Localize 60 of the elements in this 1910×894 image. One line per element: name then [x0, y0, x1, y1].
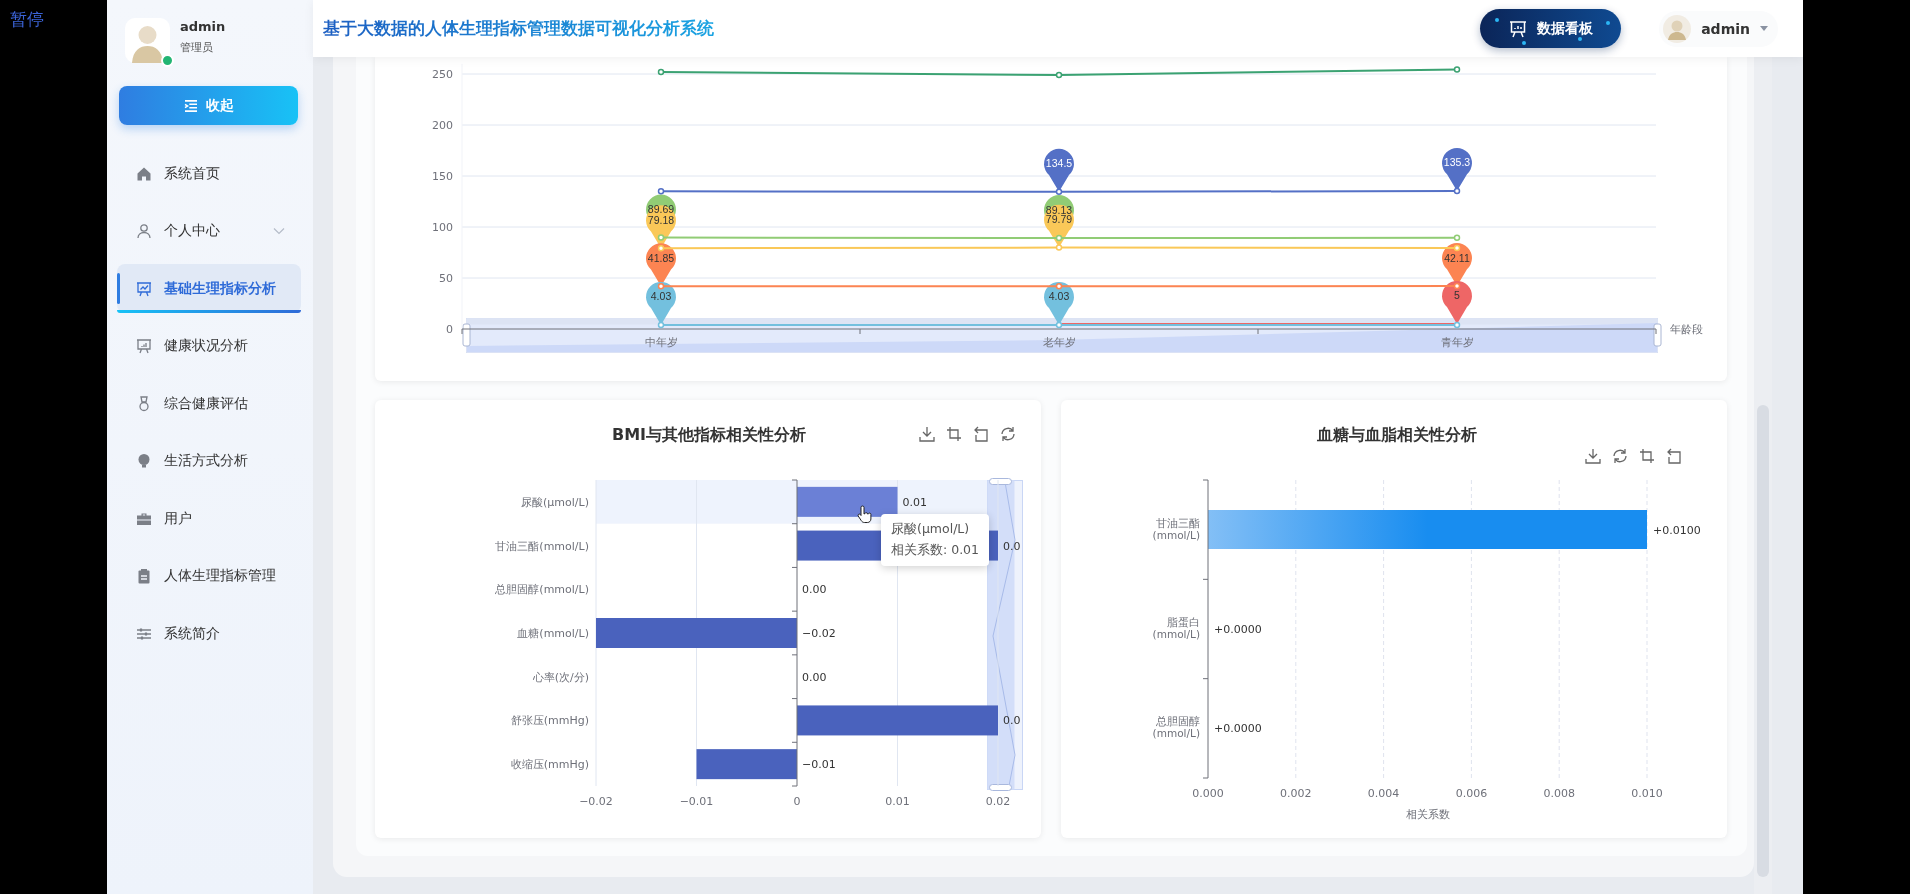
value-label: −0.02 — [802, 627, 836, 640]
axis-label: 100 — [432, 221, 453, 234]
axis-label: −0.01 — [679, 795, 714, 808]
user-name: admin — [180, 19, 226, 34]
pin-label: 89.69 — [647, 203, 675, 215]
tooltip-title: 尿酸(μmol/L) — [891, 521, 971, 538]
axis-label: 150 — [432, 170, 453, 183]
tooltip-text: 相关系数: 0.01 — [891, 542, 980, 559]
axis-label: 0.006 — [1455, 787, 1488, 800]
axis-label: 中年岁 — [644, 336, 678, 349]
pin-label: 4.03 — [650, 290, 672, 303]
axis-label: 50 — [439, 272, 453, 285]
axis-label: 甘油三酯(mmol/L) — [495, 539, 589, 553]
axis-label: 200 — [432, 119, 453, 132]
axis-label: 青年岁 — [1440, 336, 1474, 349]
value-label: 0.00 — [802, 670, 827, 684]
axis-label: 0.000 — [1192, 787, 1224, 800]
axis-label: 总胆固醇(mmol/L) — [495, 583, 589, 597]
page-title: 基于大数据的人体生理指标管理数据可视化分析系统 — [323, 17, 714, 40]
user-role: 管理员 — [180, 40, 214, 55]
axis-label: 0 — [793, 795, 801, 808]
value-label: 0.00 — [802, 583, 827, 597]
value-label: 0.0 — [1003, 539, 1021, 553]
pin-label: 135.3 — [1443, 156, 1471, 169]
value-label: 0.0 — [1003, 714, 1021, 728]
axis-label: −0.02 — [579, 795, 613, 808]
pin-label: 4.03 — [1048, 290, 1070, 303]
axis-label: 脂蛋白 (mmol/L) — [1152, 616, 1200, 640]
pin-label: 134.5 — [1045, 157, 1073, 170]
axis-label: 250 — [432, 68, 453, 81]
axis-label: 0.02 — [985, 795, 1011, 808]
pin-label: 79.79 — [1045, 213, 1073, 226]
chart-title: 血糖与血脂相关性分析 — [1317, 425, 1477, 444]
axis-title: 相关系数 — [1405, 808, 1450, 820]
value-label: +0.0000 — [1214, 722, 1262, 736]
axis-label: 0.01 — [885, 795, 910, 808]
pin-label: 79.18 — [647, 213, 675, 226]
axis-label: 0.010 — [1631, 787, 1663, 800]
axis-label: 舒张压(mmHg) — [510, 714, 589, 728]
axis-title: 年龄段 — [1670, 323, 1703, 336]
axis-label: 老年岁 — [1042, 336, 1076, 349]
pin-label: 41.85 — [647, 251, 675, 264]
axis-label: 收缩压(mmHg) — [510, 758, 589, 772]
pin-label: 89.13 — [1045, 203, 1073, 216]
axis-label: 0 — [446, 323, 453, 336]
axis-label: 尿酸(μmol/L) — [521, 495, 589, 509]
axis-label: 0.004 — [1367, 787, 1400, 800]
value-label: −0.01 — [802, 758, 836, 772]
axis-label: 血糖(mmol/L) — [517, 627, 589, 640]
axis-label: 0.002 — [1280, 787, 1312, 800]
chart-title: BMI与其他指标相关性分析 — [611, 425, 807, 444]
value-label: +0.0100 — [1653, 523, 1701, 537]
axis-label: 甘油三酯 (mmol/L) — [1152, 516, 1200, 541]
value-label: +0.0000 — [1214, 623, 1262, 636]
axis-label: 总胆固醇 (mmol/L) — [1152, 715, 1200, 740]
pin-label: 5 — [1454, 289, 1460, 302]
value-label: 0.01 — [902, 495, 927, 509]
axis-label: 0.008 — [1543, 787, 1575, 800]
axis-label: 心率(次/分) — [532, 670, 589, 684]
pin-label: 42.11 — [1444, 251, 1470, 264]
